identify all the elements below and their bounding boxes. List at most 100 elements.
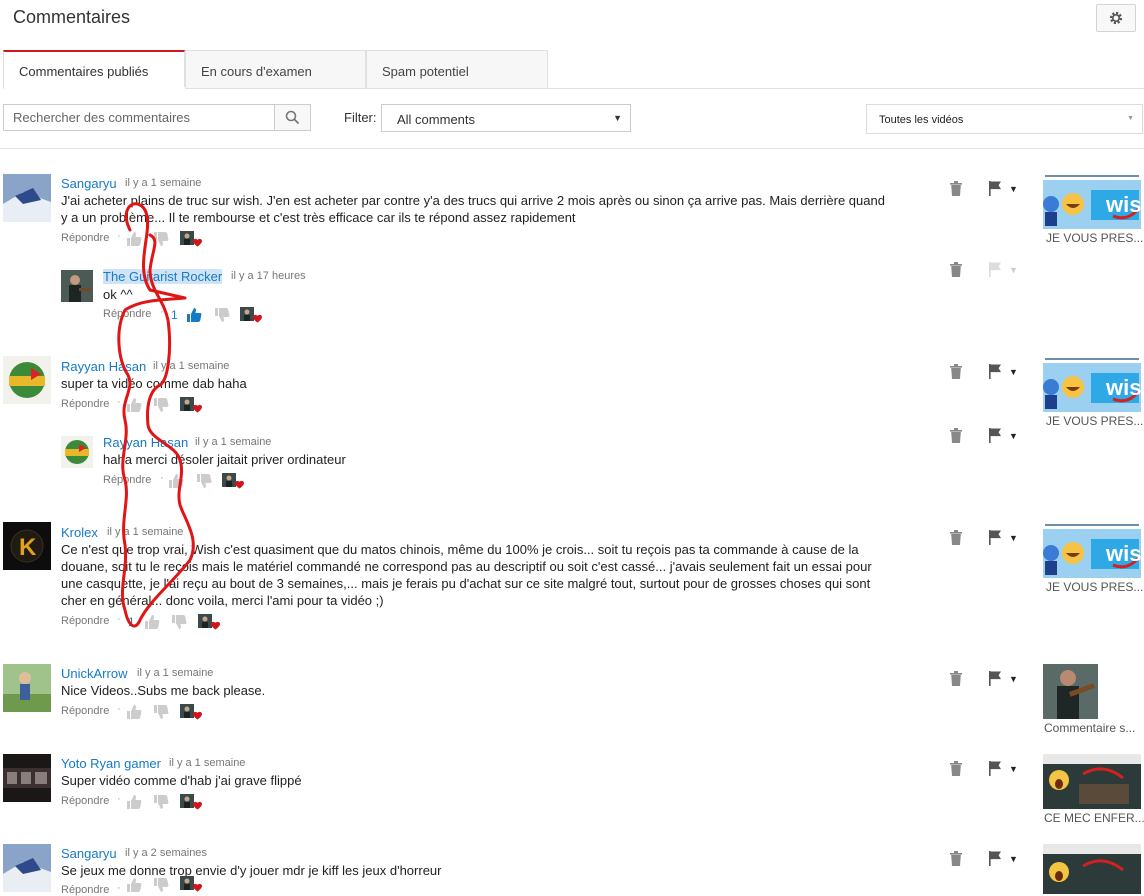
- chevron-down-icon[interactable]: ▼: [1009, 854, 1018, 864]
- avatar[interactable]: [3, 664, 51, 712]
- creator-heart-icon[interactable]: [180, 397, 206, 415]
- video-thumbnail[interactable]: wish: [1043, 523, 1141, 578]
- comment-author[interactable]: Krolex: [61, 525, 98, 540]
- search-button[interactable]: [274, 104, 311, 131]
- tab-spam[interactable]: Spam potentiel: [366, 50, 548, 88]
- chevron-down-icon[interactable]: ▼: [1009, 265, 1018, 275]
- trash-icon[interactable]: [949, 850, 963, 866]
- reply-button[interactable]: Répondre: [61, 705, 109, 717]
- trash-icon[interactable]: [949, 180, 963, 196]
- flag-icon[interactable]: [988, 670, 1002, 686]
- chevron-down-icon: ▼: [613, 113, 622, 123]
- trash-icon[interactable]: [949, 760, 963, 776]
- flag-icon[interactable]: [988, 529, 1002, 545]
- chevron-down-icon[interactable]: ▼: [1009, 431, 1018, 441]
- reply-button[interactable]: Répondre: [61, 884, 109, 896]
- dislike-icon[interactable]: [196, 473, 212, 489]
- chevron-down-icon[interactable]: ▼: [1009, 367, 1018, 377]
- creator-heart-icon[interactable]: [180, 704, 206, 722]
- avatar[interactable]: [3, 754, 51, 802]
- avatar[interactable]: [3, 844, 51, 892]
- chevron-down-icon[interactable]: ▼: [1009, 764, 1018, 774]
- dislike-icon[interactable]: [153, 397, 169, 413]
- flag-icon[interactable]: [988, 760, 1002, 776]
- search-input[interactable]: [3, 104, 275, 131]
- creator-heart-icon[interactable]: [198, 614, 224, 632]
- comment-author[interactable]: Rayyan Hasan: [103, 435, 188, 450]
- trash-icon[interactable]: [949, 363, 963, 379]
- comment-time[interactable]: il y a 1 semaine: [107, 526, 183, 538]
- dislike-icon[interactable]: [153, 704, 169, 720]
- comment-author[interactable]: Sangaryu: [61, 176, 117, 191]
- like-icon[interactable]: [126, 877, 142, 893]
- dislike-icon[interactable]: [153, 794, 169, 810]
- video-caption[interactable]: JE VOUS PRES...: [1046, 580, 1143, 594]
- flag-icon[interactable]: [988, 261, 1002, 277]
- video-caption[interactable]: JE VOUS PRES...: [1046, 414, 1143, 428]
- like-icon[interactable]: [126, 231, 142, 247]
- chevron-down-icon[interactable]: ▼: [1009, 674, 1018, 684]
- like-icon[interactable]: [126, 794, 142, 810]
- reply-button[interactable]: Répondre: [61, 615, 109, 627]
- trash-icon[interactable]: [949, 261, 963, 277]
- creator-heart-icon[interactable]: [222, 473, 248, 491]
- flag-icon[interactable]: [988, 180, 1002, 196]
- flag-icon[interactable]: [988, 850, 1002, 866]
- comment-author[interactable]: Sangaryu: [61, 846, 117, 861]
- video-thumbnail[interactable]: wish: [1043, 174, 1141, 229]
- creator-heart-icon[interactable]: [180, 794, 206, 812]
- dislike-icon[interactable]: [171, 614, 187, 630]
- dislike-icon[interactable]: [153, 231, 169, 247]
- reply-button[interactable]: Répondre: [103, 474, 151, 486]
- flag-icon[interactable]: [988, 363, 1002, 379]
- video-thumbnail[interactable]: [1043, 664, 1098, 719]
- dislike-icon[interactable]: [153, 877, 169, 893]
- tab-review[interactable]: En cours d'examen: [185, 50, 366, 88]
- comment-author[interactable]: UnickArrow: [61, 666, 127, 681]
- like-icon[interactable]: [186, 307, 202, 323]
- video-thumbnail[interactable]: [1043, 754, 1141, 809]
- comment-author[interactable]: The Guitarist Rocker: [103, 269, 223, 284]
- trash-icon[interactable]: [949, 529, 963, 545]
- comment-time[interactable]: il y a 1 semaine: [195, 436, 271, 448]
- trash-icon[interactable]: [949, 670, 963, 686]
- video-caption[interactable]: JE VOUS PRES...: [1046, 231, 1143, 245]
- video-thumbnail[interactable]: [1043, 844, 1141, 894]
- videos-select[interactable]: Toutes les vidéos ▼: [866, 104, 1143, 134]
- filter-select[interactable]: All comments ▼: [381, 104, 631, 132]
- comment-time[interactable]: il y a 1 semaine: [153, 360, 229, 372]
- avatar[interactable]: [3, 174, 51, 222]
- comment-author[interactable]: Rayyan Hasan: [61, 359, 146, 374]
- reply-button[interactable]: Répondre: [61, 795, 109, 807]
- comment-time[interactable]: il y a 1 semaine: [169, 757, 245, 769]
- comment-time[interactable]: il y a 1 semaine: [125, 177, 201, 189]
- settings-button[interactable]: [1096, 4, 1136, 32]
- like-icon[interactable]: [168, 473, 184, 489]
- chevron-down-icon[interactable]: ▼: [1009, 533, 1018, 543]
- like-icon[interactable]: [126, 704, 142, 720]
- trash-icon[interactable]: [949, 427, 963, 443]
- reply-button[interactable]: Répondre: [103, 308, 151, 320]
- video-thumbnail[interactable]: wish: [1043, 357, 1141, 412]
- creator-heart-icon[interactable]: [240, 307, 266, 325]
- comment-time[interactable]: il y a 17 heures: [231, 270, 306, 282]
- chevron-down-icon[interactable]: ▼: [1009, 184, 1018, 194]
- avatar[interactable]: [3, 356, 51, 404]
- creator-heart-icon[interactable]: [180, 231, 206, 249]
- reply-button[interactable]: Répondre: [61, 232, 109, 244]
- like-icon[interactable]: [126, 397, 142, 413]
- creator-heart-icon[interactable]: [180, 876, 206, 894]
- avatar[interactable]: K: [3, 522, 51, 570]
- tab-published[interactable]: Commentaires publiés: [3, 50, 185, 88]
- flag-icon[interactable]: [988, 427, 1002, 443]
- video-caption[interactable]: CE MEC ENFER...: [1044, 811, 1144, 825]
- comment-time[interactable]: il y a 1 semaine: [137, 667, 213, 679]
- dislike-icon[interactable]: [214, 307, 230, 323]
- comment-author[interactable]: Yoto Ryan gamer: [61, 756, 161, 771]
- video-caption[interactable]: Commentaire s...: [1044, 721, 1135, 735]
- comment-time[interactable]: il y a 2 semaines: [125, 847, 207, 859]
- avatar[interactable]: [61, 436, 93, 468]
- like-icon[interactable]: [144, 614, 160, 630]
- avatar[interactable]: [61, 270, 93, 302]
- reply-button[interactable]: Répondre: [61, 398, 109, 410]
